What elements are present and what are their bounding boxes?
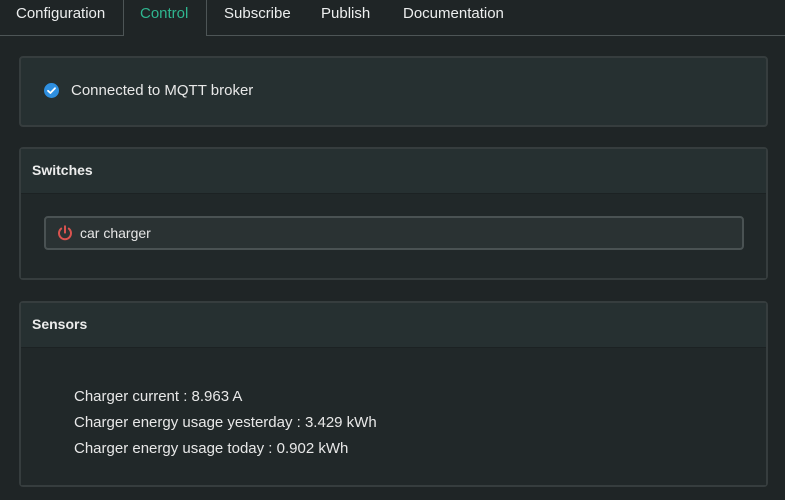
tab-documentation[interactable]: Documentation bbox=[385, 0, 520, 35]
sensor-charger-current: Charger current : 8.963 A bbox=[74, 388, 243, 405]
power-icon bbox=[56, 224, 74, 242]
tab-subscribe[interactable]: Subscribe bbox=[207, 0, 303, 35]
switches-panel: Switches car charger bbox=[19, 147, 768, 280]
tab-publish[interactable]: Publish bbox=[303, 0, 385, 35]
page: Configuration Control Subscribe Publish … bbox=[0, 0, 785, 500]
sensors-panel: Sensors Charger current : 8.963 A Charge… bbox=[19, 301, 768, 487]
sensors-panel-header: Sensors bbox=[21, 303, 766, 348]
check-circle-icon bbox=[44, 83, 59, 98]
tab-bar: Configuration Control Subscribe Publish … bbox=[0, 0, 785, 36]
sensor-energy-yesterday: Charger energy usage yesterday : 3.429 k… bbox=[74, 414, 377, 431]
switches-panel-body: car charger bbox=[21, 194, 766, 278]
connection-status-text: Connected to MQTT broker bbox=[71, 82, 254, 99]
switch-label: car charger bbox=[80, 225, 151, 241]
tab-label: Subscribe bbox=[224, 5, 291, 22]
sensors-title: Sensors bbox=[32, 316, 88, 332]
tab-label: Publish bbox=[321, 5, 371, 22]
tab-control[interactable]: Control bbox=[123, 0, 207, 36]
sensor-energy-today: Charger energy usage today : 0.902 kWh bbox=[74, 440, 349, 457]
tab-label: Documentation bbox=[403, 5, 504, 22]
switches-panel-header: Switches bbox=[21, 149, 766, 194]
tab-configuration[interactable]: Configuration bbox=[0, 0, 123, 35]
tab-label: Configuration bbox=[16, 5, 106, 22]
tab-label: Control bbox=[140, 5, 189, 22]
tab-bar-divider bbox=[0, 35, 785, 36]
switches-title: Switches bbox=[32, 162, 93, 178]
sensors-panel-body: Charger current : 8.963 A Charger energy… bbox=[21, 348, 766, 485]
switch-car-charger[interactable]: car charger bbox=[44, 216, 744, 250]
connection-status-panel: Connected to MQTT broker bbox=[19, 56, 768, 127]
